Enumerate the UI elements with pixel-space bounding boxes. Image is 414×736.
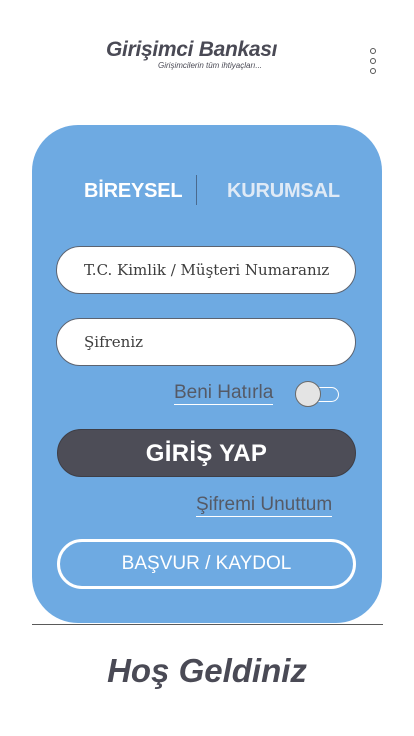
brand-name: Girişimci Bankası xyxy=(106,38,278,61)
brand-logo: Girişimci Bankası Girişimcilerin tüm iht… xyxy=(106,38,316,78)
remember-me-label: Beni Hatırla xyxy=(174,382,274,405)
tab-bireysel[interactable]: BİREYSEL xyxy=(84,180,183,203)
menu-dot xyxy=(370,58,376,64)
login-button[interactable]: GİRİŞ YAP xyxy=(57,429,356,477)
id-number-input[interactable] xyxy=(56,246,356,294)
tab-divider xyxy=(196,175,197,205)
forgot-password-link[interactable]: Şifremi Unuttum xyxy=(196,493,333,517)
welcome-heading: Hoş Geldiniz xyxy=(107,652,307,689)
vertical-ellipsis-icon[interactable] xyxy=(366,46,382,78)
password-input[interactable] xyxy=(56,318,356,366)
register-button[interactable]: BAŞVUR / KAYDOL xyxy=(57,539,356,589)
brand-tagline: Girişimcilerin tüm ihtiyaçları... xyxy=(158,61,263,70)
divider-line xyxy=(32,624,383,625)
login-card: BİREYSEL KURUMSAL Beni Hatırla GİRİŞ YAP… xyxy=(32,125,382,623)
remember-me-toggle[interactable] xyxy=(295,381,340,407)
toggle-knob xyxy=(295,381,321,407)
menu-dot xyxy=(370,48,376,54)
tab-kurumsal[interactable]: KURUMSAL xyxy=(227,180,340,203)
menu-dot xyxy=(370,68,376,74)
